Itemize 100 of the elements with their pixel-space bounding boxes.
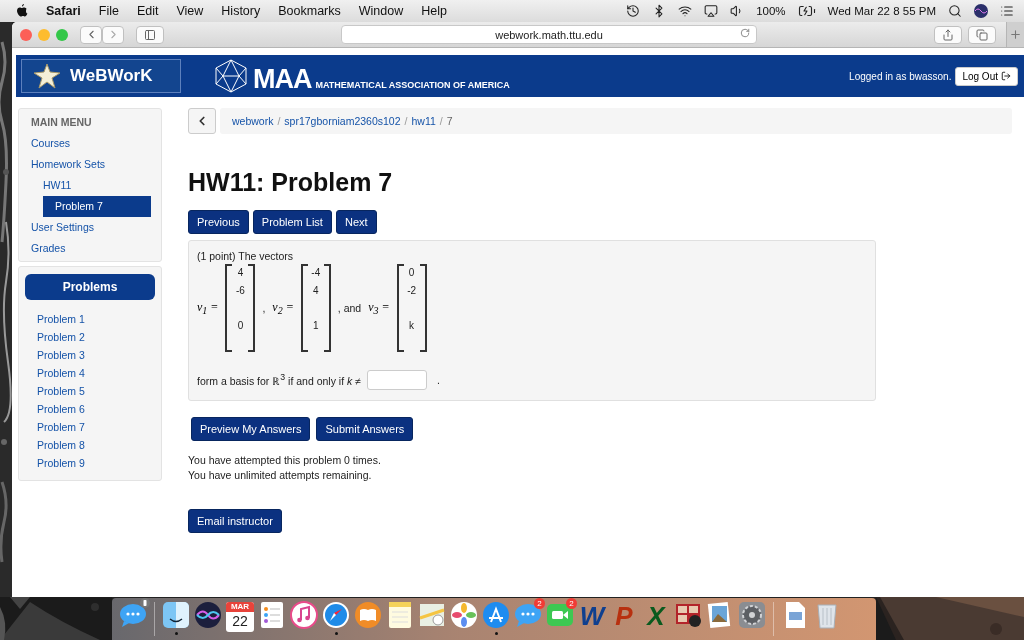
letter-icon: P bbox=[609, 600, 639, 632]
problem-link[interactable]: Problem 9 bbox=[19, 454, 161, 472]
problem-link[interactable]: Problem 4 bbox=[19, 364, 161, 382]
menu-bar-item[interactable]: History bbox=[221, 4, 261, 18]
problems-heading: Problems bbox=[25, 274, 155, 300]
pencil-ruler-icon bbox=[481, 600, 511, 630]
separator-text: , and bbox=[337, 302, 362, 314]
maa-logo-text: MAA bbox=[253, 65, 312, 93]
open-book-icon bbox=[353, 600, 383, 630]
wifi-icon bbox=[678, 4, 693, 18]
battery-percentage: 100% bbox=[756, 5, 786, 17]
breadcrumb-current-page: 7 bbox=[446, 115, 453, 127]
nav-button[interactable]: Previous bbox=[188, 210, 249, 234]
vector-label: v$_{2}$ = bbox=[272, 299, 294, 317]
attempts-text: You have unlimited attempts remaining. bbox=[188, 469, 373, 481]
question-text: form a basis for ℝ$^{3}$ if and only if k ≠ bbox=[197, 372, 361, 388]
problem-link[interactable]: Problem 8 bbox=[19, 436, 161, 454]
answer-button[interactable]: Preview My Answers bbox=[191, 417, 311, 441]
orb-icon bbox=[974, 4, 988, 18]
zoom-button[interactable] bbox=[56, 28, 68, 41]
breadcrumb-link[interactable]: hw11 bbox=[411, 115, 436, 127]
vector-entry: 0 bbox=[408, 267, 415, 279]
separator-text: , bbox=[262, 302, 266, 314]
flower-icon bbox=[449, 600, 479, 630]
problem-link[interactable]: Problem 6 bbox=[19, 400, 161, 418]
logout-icon bbox=[1001, 71, 1011, 81]
menu-bar-item[interactable]: File bbox=[98, 4, 119, 18]
menu-item[interactable]: Problem 7 bbox=[43, 196, 151, 217]
calendar-month: MAR bbox=[226, 602, 254, 612]
sidebar-icon bbox=[144, 28, 156, 41]
menu-bar-item[interactable]: Bookmarks bbox=[278, 4, 341, 18]
star-logo-icon bbox=[32, 63, 62, 89]
screen-mirror-icon bbox=[704, 4, 719, 18]
attempts-text: You have attempted this problem 0 times. bbox=[188, 454, 381, 466]
answer-field[interactable] bbox=[366, 370, 427, 390]
polyhedron-logo-icon bbox=[213, 59, 249, 93]
page-title: HW11: Problem 7 bbox=[188, 168, 393, 197]
problem-link[interactable]: Problem 5 bbox=[19, 382, 161, 400]
forward-button[interactable] bbox=[102, 25, 124, 44]
menu-link[interactable]: Grades bbox=[19, 238, 161, 259]
vector-entry: k bbox=[409, 320, 415, 332]
vector-label: v$_{3}$ = bbox=[368, 299, 390, 317]
menu-link[interactable]: User Settings bbox=[19, 217, 161, 238]
share-icon bbox=[942, 28, 954, 41]
vector-entry: -4 bbox=[311, 267, 321, 279]
tabs-button[interactable] bbox=[968, 25, 996, 44]
vector-entry: 0 bbox=[237, 320, 244, 332]
back-button[interactable] bbox=[80, 25, 102, 44]
problem-link[interactable]: Problem 3 bbox=[19, 346, 161, 364]
nav-button[interactable]: Problem List bbox=[252, 210, 332, 234]
vector-entry: 1 bbox=[313, 320, 319, 332]
running-dot bbox=[174, 632, 178, 635]
new-tab-button[interactable] bbox=[1006, 22, 1024, 47]
running-dot bbox=[334, 632, 338, 635]
breadcrumb-link[interactable]: webwork bbox=[232, 115, 274, 127]
login-status: Logged in as bwasson. bbox=[849, 70, 952, 82]
menu-bar-item[interactable]: View bbox=[176, 4, 204, 18]
menu-link[interactable]: HW11 bbox=[19, 175, 161, 196]
sidebar-button[interactable] bbox=[136, 25, 164, 44]
minimize-button[interactable] bbox=[38, 28, 50, 41]
breadcrumb-link[interactable]: spr17gborniam2360s102 bbox=[284, 115, 401, 127]
answer-button[interactable]: Submit Answers bbox=[316, 417, 414, 441]
orb-icon bbox=[193, 600, 223, 630]
reload-icon bbox=[740, 28, 750, 38]
menu-bar-item[interactable]: Edit bbox=[136, 4, 159, 18]
notification-badge: 2 bbox=[534, 598, 545, 609]
running-dot bbox=[494, 632, 498, 635]
site-logo[interactable]: WeBWorK bbox=[21, 59, 181, 93]
problem-link[interactable]: Problem 7 bbox=[19, 418, 161, 436]
tabs-icon bbox=[976, 28, 988, 41]
face-icon bbox=[161, 600, 191, 630]
list-icon bbox=[1000, 4, 1014, 18]
close-button[interactable] bbox=[20, 28, 32, 41]
clock-arrow-icon bbox=[626, 4, 641, 18]
menu-link[interactable]: Courses bbox=[19, 133, 161, 154]
compass-icon bbox=[321, 600, 351, 630]
calendar-day: 22 bbox=[232, 612, 248, 630]
clock: Wed Mar 22 8 55 PM bbox=[827, 5, 936, 17]
menu-link[interactable]: Homework Sets bbox=[19, 154, 161, 175]
letter-icon: X bbox=[641, 600, 671, 632]
search-icon bbox=[948, 4, 962, 18]
letter-icon: W bbox=[577, 600, 607, 632]
maa-name: MATHEMATICAL ASSOCIATION OF AMERICA bbox=[315, 80, 510, 92]
menu-bar-item[interactable]: Window bbox=[358, 4, 404, 18]
vector-entry: 4 bbox=[237, 267, 244, 279]
music-note-icon bbox=[289, 600, 319, 630]
address-bar[interactable]: webwork.math.ttu.edu bbox=[341, 25, 757, 44]
apple-icon bbox=[16, 4, 28, 18]
period-text: . bbox=[436, 374, 440, 386]
app-menu[interactable]: Safari bbox=[46, 4, 81, 18]
problem-link[interactable]: Problem 1 bbox=[19, 310, 161, 328]
problem-link[interactable]: Problem 2 bbox=[19, 328, 161, 346]
menu-bar-item[interactable]: Help bbox=[421, 4, 447, 18]
notification-badge: 2 bbox=[566, 598, 577, 609]
share-button[interactable] bbox=[934, 25, 962, 44]
email-button[interactable]: Email instructor bbox=[188, 509, 282, 533]
nav-button[interactable]: Next bbox=[335, 210, 377, 234]
logout-button[interactable]: Log Out bbox=[955, 66, 1018, 86]
plus-icon bbox=[1009, 28, 1022, 41]
back-button[interactable] bbox=[188, 108, 216, 134]
